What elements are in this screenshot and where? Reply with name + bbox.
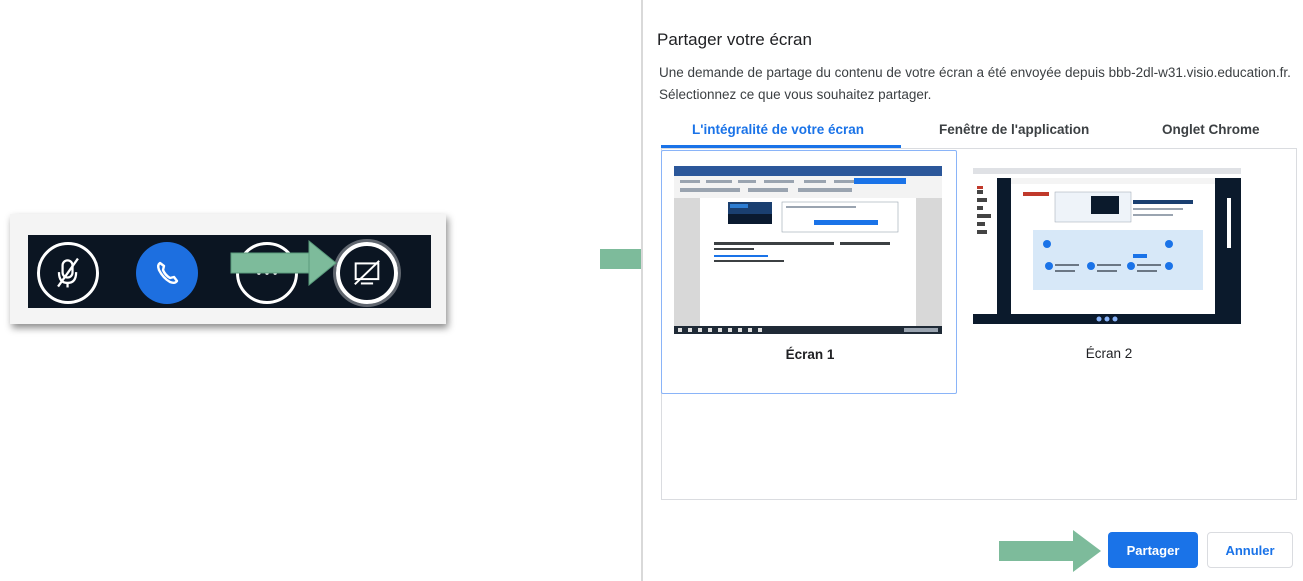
microphone-muted-icon [57, 257, 79, 288]
tab-entire-screen[interactable]: L'intégralité de votre écran [692, 122, 864, 137]
screen-option-2[interactable]: Écran 2 [961, 150, 1257, 394]
screen-2-label: Écran 2 [1085, 346, 1133, 361]
screen-1-thumbnail [674, 166, 942, 334]
screen-share-off-icon [354, 260, 380, 286]
share-button[interactable]: Partager [1108, 532, 1198, 568]
mute-microphone-button[interactable] [37, 242, 99, 304]
screen-option-1[interactable]: Écran 1 [661, 150, 957, 394]
tab-application-window[interactable]: Fenêtre de l'application [939, 122, 1089, 137]
dialog-description: Une demande de partage du contenu de vot… [659, 62, 1291, 106]
screen-1-label: Écran 1 [785, 347, 835, 362]
share-tabs: L'intégralité de votre écran Fenêtre de … [661, 118, 1297, 149]
phone-button[interactable] [136, 242, 198, 304]
pointer-arrow-icon [230, 240, 337, 286]
screen-2-thumbnail [973, 168, 1241, 324]
phone-icon [157, 261, 179, 284]
dialog-description-line: Sélectionnez ce que vous souhaitez parta… [659, 87, 932, 102]
screen-share-button[interactable] [336, 242, 398, 304]
pointer-arrow-icon [999, 530, 1101, 572]
cancel-button[interactable]: Annuler [1207, 532, 1293, 568]
dialog-title: Partager votre écran [657, 30, 812, 49]
dialog-description-line: Une demande de partage du contenu de vot… [659, 65, 1291, 80]
tab-chrome-tab[interactable]: Onglet Chrome [1162, 122, 1260, 137]
share-screen-dialog: Partager votre écran Une demande de part… [641, 0, 1303, 581]
